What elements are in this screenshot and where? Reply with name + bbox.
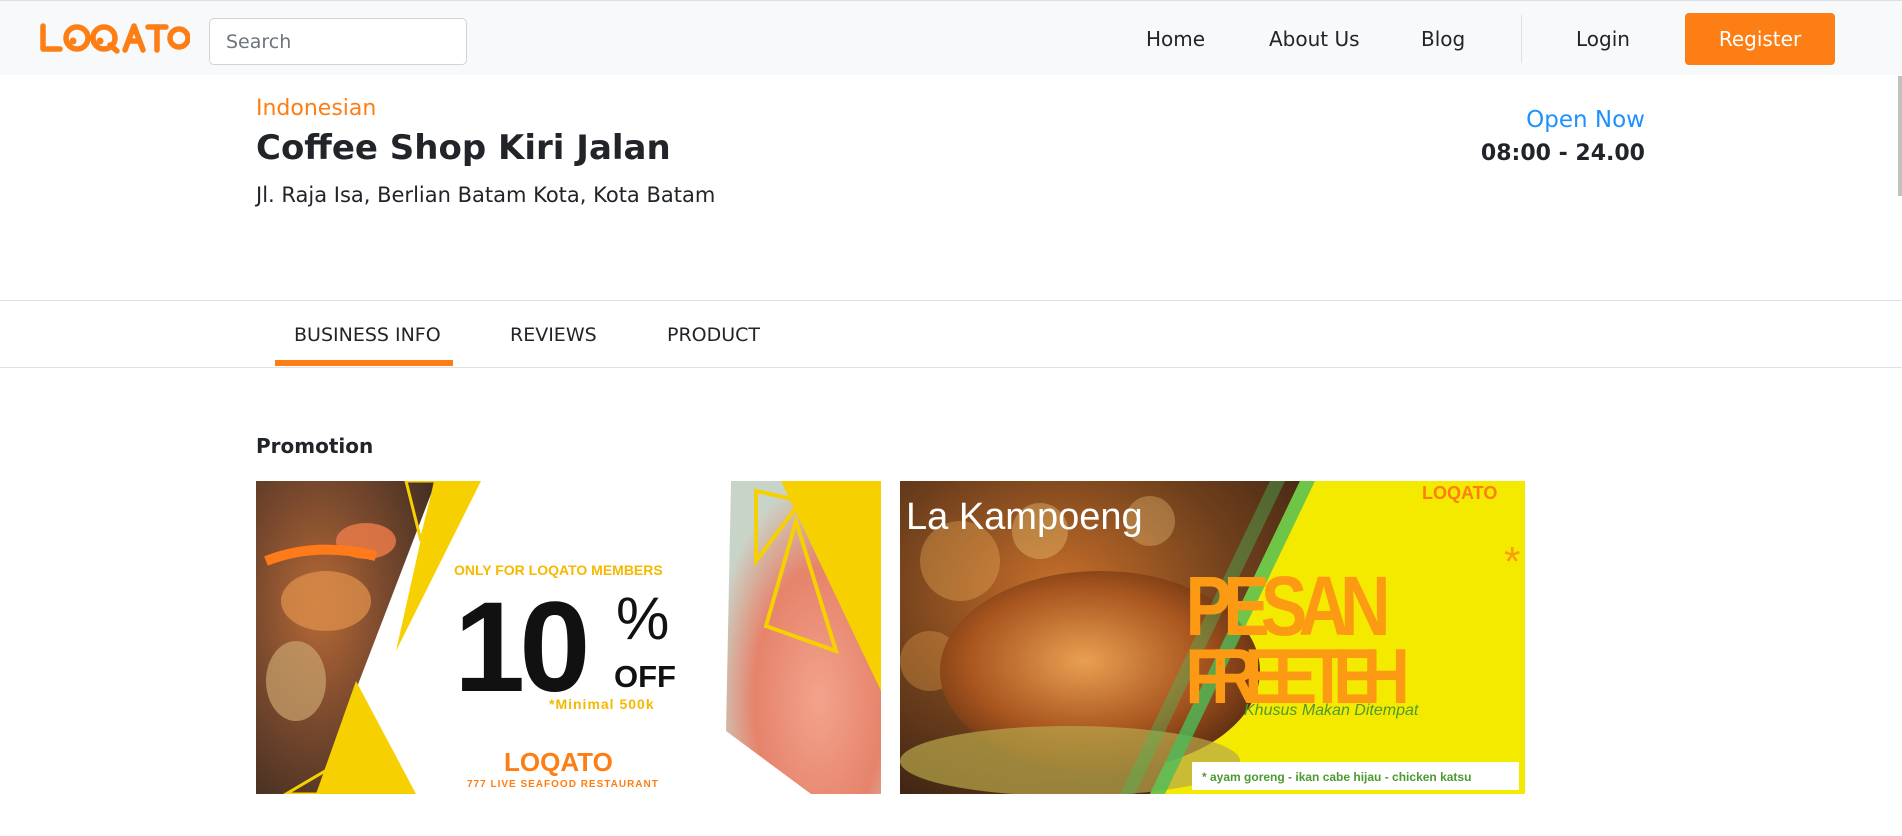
promo-banner-kampoeng-art: La Kampoeng LOQATO PESAN * FREE TEH Khus… <box>900 481 1520 794</box>
logo[interactable] <box>38 21 190 55</box>
nav-about-link[interactable]: About Us <box>1269 1 1360 76</box>
login-link[interactable]: Login <box>1576 1 1630 76</box>
tab-business-info[interactable]: BUSINESS INFO <box>294 324 441 346</box>
restaurant-name: La Kampoeng <box>906 496 1143 538</box>
tab-product[interactable]: PRODUCT <box>667 324 760 346</box>
promotion-title: Promotion <box>256 434 374 458</box>
promo-banner-seafood-art: ONLY FOR LOQATO MEMBERS 10 % OFF *Minima… <box>256 481 881 794</box>
tabs-border-bottom <box>0 367 1902 368</box>
nav-home-link[interactable]: Home <box>1146 1 1205 76</box>
logo-wordmark <box>40 23 190 54</box>
off-label: OFF <box>614 659 676 694</box>
minimal-label: *Minimal 500k <box>549 696 655 712</box>
tab-reviews[interactable]: REVIEWS <box>510 324 597 346</box>
register-button[interactable]: Register <box>1685 13 1835 65</box>
nav-blog-link[interactable]: Blog <box>1421 1 1465 76</box>
promo-banner-la-kampoeng[interactable]: La Kampoeng LOQATO PESAN * FREE TEH Khus… <box>900 481 1525 794</box>
menu-footnote: * ayam goreng - ikan cabe hijau - chicke… <box>1202 770 1471 784</box>
search-input[interactable] <box>209 18 467 65</box>
business-name: Coffee Shop Kiri Jalan <box>256 128 671 168</box>
nav-divider <box>1521 15 1522 63</box>
business-address: Jl. Raja Isa, Berlian Batam Kota, Kota B… <box>256 183 716 207</box>
pesan-asterisk: * <box>1504 538 1520 585</box>
tabs-border-top <box>0 300 1902 301</box>
scrollbar[interactable] <box>1898 76 1902 196</box>
active-tab-indicator <box>275 360 453 366</box>
opening-hours: 08:00 - 24.00 <box>1480 141 1645 166</box>
banner-logo: LOQATO <box>504 747 613 777</box>
dine-in-subtitle: Khusus Makan Ditempat <box>1244 702 1419 719</box>
top-navbar: Home About Us Blog Login Register <box>0 0 1902 75</box>
restaurant-name: 777 LIVE SEAFOOD RESTAURANT <box>467 779 659 790</box>
banner-logo: LOQATO <box>1422 483 1497 503</box>
percent-sign: % <box>616 585 669 652</box>
promo-banner-seafood[interactable]: ONLY FOR LOQATO MEMBERS 10 % OFF *Minima… <box>256 481 881 794</box>
discount-text-group: ONLY FOR LOQATO MEMBERS 10 % OFF *Minima… <box>454 562 676 790</box>
open-status: Open Now <box>1526 107 1645 133</box>
business-category[interactable]: Indonesian <box>256 96 376 121</box>
